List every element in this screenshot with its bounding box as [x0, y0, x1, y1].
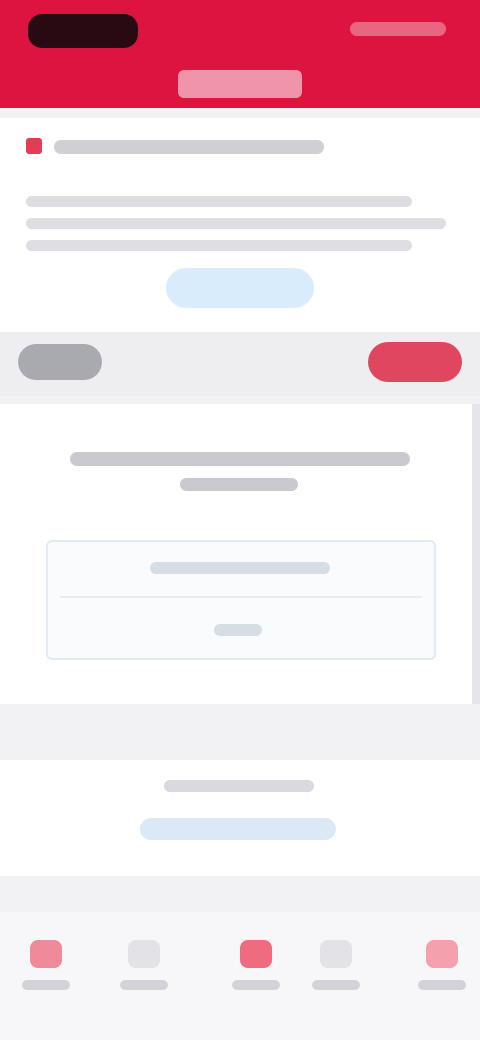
brand-logo[interactable]	[28, 14, 138, 48]
option-b[interactable]	[214, 624, 262, 636]
nav-label	[418, 980, 466, 990]
nav-item-profile[interactable]	[410, 940, 474, 1002]
notice-description-line	[26, 218, 446, 229]
info-text	[164, 780, 314, 792]
chat-icon	[320, 940, 352, 968]
header-link[interactable]	[350, 22, 446, 36]
notice-title	[54, 140, 324, 154]
secondary-pill-button[interactable]	[18, 344, 102, 380]
nav-item-gift[interactable]	[224, 940, 288, 1002]
user-icon	[426, 940, 458, 968]
notice-description-line	[26, 240, 412, 251]
confirm-button[interactable]	[166, 268, 314, 308]
options-divider	[60, 596, 422, 598]
nav-label	[22, 980, 70, 990]
question-text	[70, 452, 410, 466]
nav-label	[120, 980, 168, 990]
gift-icon	[240, 940, 272, 968]
nav-item-browse[interactable]	[112, 940, 176, 1002]
warning-icon	[26, 138, 42, 154]
scrollbar[interactable]	[472, 404, 480, 704]
notice-description-line	[26, 196, 412, 207]
page-title	[178, 70, 302, 98]
info-link[interactable]	[140, 818, 336, 840]
grid-icon	[128, 940, 160, 968]
nav-item-chat[interactable]	[304, 940, 368, 1002]
question-text	[180, 478, 298, 491]
primary-pill-button[interactable]	[368, 342, 462, 382]
nav-label	[312, 980, 360, 990]
nav-label	[232, 980, 280, 990]
home-icon	[30, 940, 62, 968]
nav-item-home[interactable]	[14, 940, 78, 1002]
options-box	[46, 540, 436, 660]
option-a[interactable]	[150, 562, 330, 574]
